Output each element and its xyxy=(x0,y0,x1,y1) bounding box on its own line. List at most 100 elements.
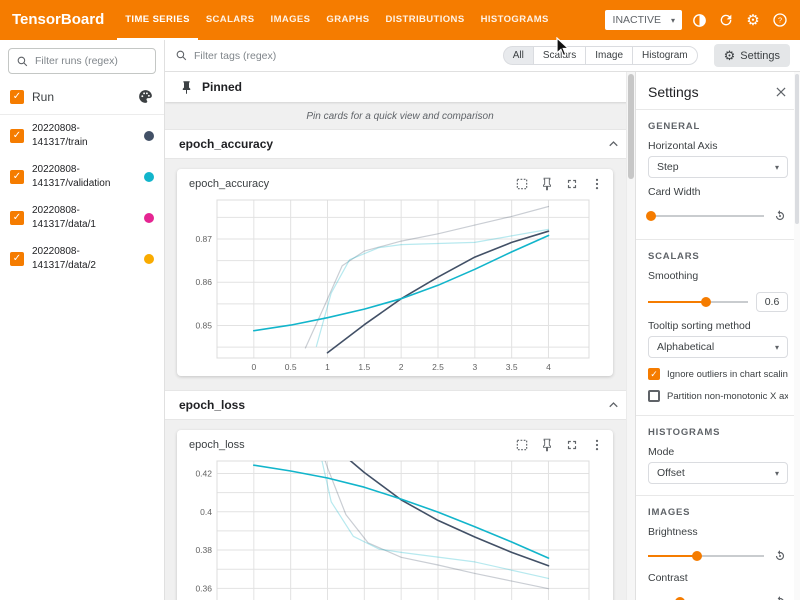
smoothing-value-input[interactable]: 0.6 xyxy=(756,292,788,312)
chip-scalars[interactable]: Scalars xyxy=(533,46,586,65)
section-epoch-accuracy[interactable]: epoch_accuracy xyxy=(165,129,635,159)
histogram-mode-select[interactable]: Offset ▾ xyxy=(648,462,788,484)
card-area: epoch_loss 00.511.522.533.540.360.380.40… xyxy=(165,420,635,600)
filter-tags-input[interactable]: Filter tags (regex) xyxy=(175,49,497,62)
card-actions xyxy=(514,437,605,453)
reset-icon[interactable] xyxy=(772,594,788,600)
run-color-dot xyxy=(144,131,154,141)
close-icon[interactable] xyxy=(774,85,788,99)
tab-graphs[interactable]: GRAPHS xyxy=(318,0,377,40)
pin-icon[interactable] xyxy=(539,437,555,453)
svg-text:3.5: 3.5 xyxy=(506,362,518,372)
chip-all[interactable]: All xyxy=(503,46,534,65)
run-checkbox[interactable] xyxy=(10,129,24,143)
svg-text:0.4: 0.4 xyxy=(200,507,212,517)
help-icon[interactable]: ? xyxy=(770,10,790,30)
run-checkbox[interactable] xyxy=(10,170,24,184)
slider-thumb[interactable] xyxy=(692,551,702,561)
settings-scrollbar[interactable] xyxy=(794,72,800,600)
scrollbar-thumb[interactable] xyxy=(795,74,799,224)
chip-image[interactable]: Image xyxy=(585,46,633,65)
brand-logo: TensorBoard xyxy=(0,0,117,40)
cards-scroll-area: Pinned Pin cards for a quick view and co… xyxy=(165,72,635,600)
tab-scalars[interactable]: SCALARS xyxy=(198,0,263,40)
scrollbar-thumb[interactable] xyxy=(628,74,634,179)
histogram-mode-label: Mode xyxy=(648,446,788,458)
run-row-data-2[interactable]: 20220808-141317/data/2 xyxy=(0,238,164,279)
fit-domain-icon[interactable] xyxy=(514,437,530,453)
run-row-validation[interactable]: 20220808-141317/validation xyxy=(0,156,164,197)
more-menu-icon[interactable] xyxy=(589,176,605,192)
contrast-slider[interactable] xyxy=(648,596,764,600)
ignore-outliers-checkbox[interactable] xyxy=(648,368,660,380)
settings-panel-title: Settings xyxy=(648,84,699,100)
run-checkbox[interactable] xyxy=(10,211,24,225)
svg-text:0.5: 0.5 xyxy=(285,362,297,372)
partition-x-axis-checkbox[interactable] xyxy=(648,390,660,402)
filter-runs-input[interactable]: Filter runs (regex) xyxy=(8,48,156,74)
fit-domain-icon[interactable] xyxy=(514,176,530,192)
palette-icon[interactable] xyxy=(137,88,154,105)
pin-icon xyxy=(179,80,194,95)
filter-runs-placeholder: Filter runs (regex) xyxy=(35,55,118,67)
reset-icon[interactable] xyxy=(772,208,788,224)
card-actions xyxy=(514,176,605,192)
svg-text:0: 0 xyxy=(251,362,256,372)
horizontal-axis-select[interactable]: Step ▾ xyxy=(648,156,788,178)
settings-panel: Settings GENERAL Horizontal Axis Step ▾ … xyxy=(635,72,800,600)
settings-panel-header: Settings xyxy=(636,72,800,109)
chart-epoch-loss[interactable]: 00.511.522.533.540.360.380.40.42 xyxy=(183,455,599,600)
run-row-train[interactable]: 20220808-141317/train xyxy=(0,115,164,156)
partition-x-axis-row: Partition non-monotonic X axis xyxy=(648,390,788,402)
smoothing-slider[interactable] xyxy=(648,296,748,308)
section-heading: SCALARS xyxy=(648,251,788,262)
main-column: Filter tags (regex) All Scalars Image Hi… xyxy=(165,40,800,600)
chart-epoch-accuracy[interactable]: 00.511.522.533.540.850.860.87 xyxy=(183,194,599,376)
contrast-row xyxy=(648,594,788,600)
run-label: 20220808-141317/data/2 xyxy=(32,245,114,272)
runs-column-label: Run xyxy=(32,90,129,104)
tab-histograms[interactable]: HISTOGRAMS xyxy=(473,0,557,40)
reload-status-dropdown[interactable]: INACTIVE ▾ xyxy=(605,10,682,30)
chevron-up-icon xyxy=(606,398,621,413)
settings-button[interactable]: ⚙ Settings xyxy=(714,44,790,67)
brightness-slider[interactable] xyxy=(648,550,764,562)
theme-toggle-icon[interactable] xyxy=(689,10,709,30)
fullscreen-icon[interactable] xyxy=(564,437,580,453)
settings-section-images: IMAGES Brightness Contrast xyxy=(636,495,800,600)
tab-images[interactable]: IMAGES xyxy=(263,0,319,40)
section-epoch-loss[interactable]: epoch_loss xyxy=(165,390,635,420)
smoothing-row: 0.6 xyxy=(648,292,788,312)
run-row-data-1[interactable]: 20220808-141317/data/1 xyxy=(0,197,164,238)
run-label: 20220808-141317/train xyxy=(32,122,114,149)
svg-text:2: 2 xyxy=(399,362,404,372)
more-menu-icon[interactable] xyxy=(589,437,605,453)
card-header: epoch_loss xyxy=(177,430,613,453)
run-checkbox[interactable] xyxy=(10,252,24,266)
pin-icon[interactable] xyxy=(539,176,555,192)
slider-thumb[interactable] xyxy=(701,297,711,307)
header-actions: INACTIVE ▾ ⚙ ? xyxy=(605,0,800,40)
slider-thumb[interactable] xyxy=(646,211,656,221)
reset-icon[interactable] xyxy=(772,548,788,564)
gear-icon[interactable]: ⚙ xyxy=(743,10,763,30)
filter-tags-placeholder: Filter tags (regex) xyxy=(194,50,276,62)
fullscreen-icon[interactable] xyxy=(564,176,580,192)
main-scrollbar[interactable] xyxy=(626,72,635,600)
brightness-row xyxy=(648,548,788,564)
reload-status-value: INACTIVE xyxy=(613,14,661,26)
card-width-slider[interactable] xyxy=(648,210,764,222)
runs-sidebar: Filter runs (regex) Run 20220808-141317/… xyxy=(0,40,165,600)
tab-distributions[interactable]: DISTRIBUTIONS xyxy=(377,0,472,40)
ignore-outliers-row: Ignore outliers in chart scaling xyxy=(648,368,788,380)
scalar-card-epoch-accuracy: epoch_accuracy 00.511.522.533.540.850.86… xyxy=(177,169,613,376)
chip-histogram[interactable]: Histogram xyxy=(632,46,698,65)
select-all-runs-checkbox[interactable] xyxy=(10,90,24,104)
tooltip-sorting-select[interactable]: Alphabetical ▾ xyxy=(648,336,788,358)
tab-time-series[interactable]: TIME SERIES xyxy=(117,0,198,40)
pinned-bar: Pinned xyxy=(165,72,635,102)
tooltip-sorting-label: Tooltip sorting method xyxy=(648,320,788,332)
svg-text:4: 4 xyxy=(546,362,551,372)
refresh-icon[interactable] xyxy=(716,10,736,30)
gear-icon: ⚙ xyxy=(724,49,736,62)
